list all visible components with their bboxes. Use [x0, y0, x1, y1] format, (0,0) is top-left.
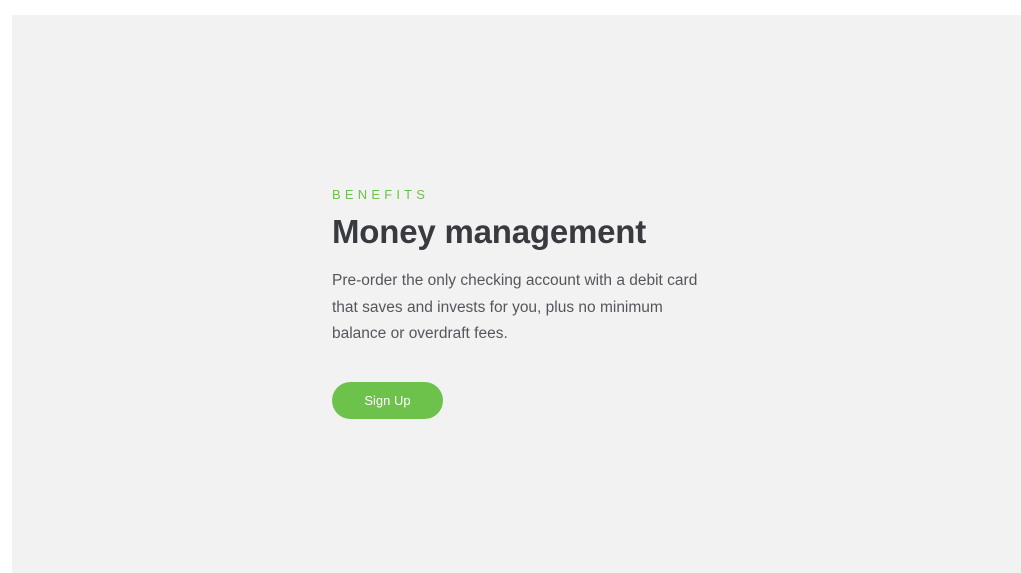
section-eyebrow: BENEFITS — [332, 187, 430, 202]
sign-up-button[interactable]: Sign Up — [332, 381, 443, 419]
benefits-content: BENEFITS Money management Pre-order the … — [332, 187, 732, 419]
section-description: Pre-order the only checking account with… — [332, 272, 698, 342]
section-headline: Money management — [332, 213, 647, 250]
benefits-panel: BENEFITS Money management Pre-order the … — [12, 15, 1021, 573]
